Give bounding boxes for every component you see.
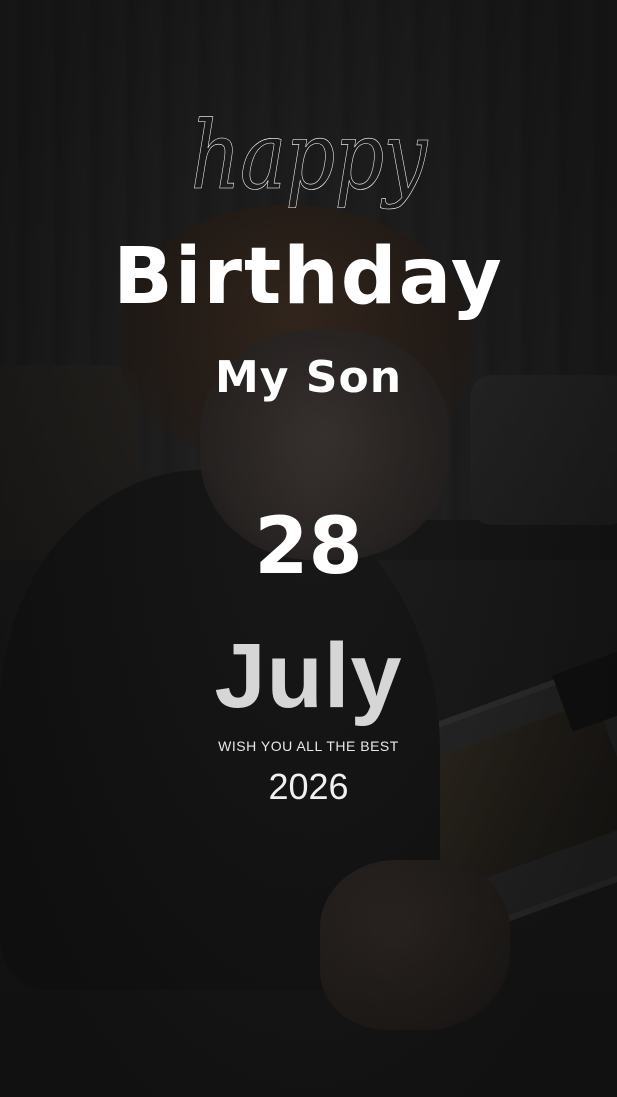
birthday-story-card: happy Birthday My Son 28 July WISH YOU A… — [0, 0, 617, 1097]
wish-tagline: WISH YOU ALL THE BEST — [218, 738, 399, 754]
happy-script-text: happy — [190, 103, 427, 211]
birthday-headline: Birthday — [113, 232, 504, 322]
date-day: 28 — [254, 502, 363, 592]
recipient-text: My Son — [214, 352, 403, 403]
date-month: July — [214, 625, 403, 727]
date-year: 2026 — [268, 766, 349, 807]
